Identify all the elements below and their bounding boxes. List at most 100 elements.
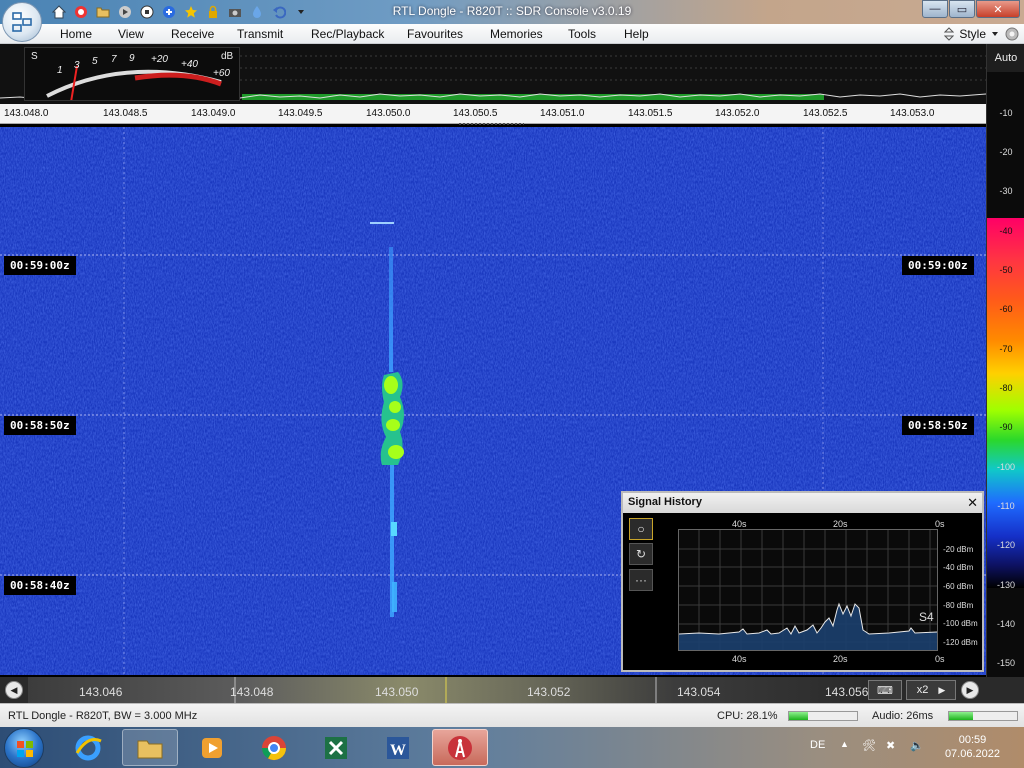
dbm-label: -100 dBm (943, 619, 978, 628)
tuning-label: 143.050 (375, 685, 419, 699)
sdr-console-icon[interactable] (432, 729, 488, 766)
db-label: -130 (996, 580, 1015, 590)
chevron-down-icon (992, 32, 998, 36)
dbm-label: -80 dBm (943, 601, 974, 610)
menu-tools[interactable]: Tools (568, 27, 596, 41)
media-player-icon[interactable] (184, 729, 240, 766)
signal-history-title[interactable]: Signal History (623, 493, 982, 513)
s-scale-1: 1 (57, 65, 63, 76)
language-indicator[interactable]: DE (810, 739, 825, 751)
internet-explorer-icon[interactable] (60, 729, 116, 766)
chrome-icon[interactable] (246, 729, 302, 766)
tray-speaker-icon[interactable]: 🔈 (910, 739, 924, 752)
time-tick: 40s (732, 519, 747, 529)
freq-label: 143.048.0 (4, 108, 49, 119)
sort-arrows-icon (944, 27, 955, 41)
menu-rec-playback[interactable]: Rec/Playback (311, 27, 384, 41)
record-button[interactable]: ○ (629, 518, 653, 540)
s-scale-5: 5 (92, 56, 98, 67)
clock-time: 00:59 (958, 734, 987, 746)
menu-view[interactable]: View (118, 27, 144, 41)
tray-expand-icon[interactable]: ▲ (840, 739, 849, 749)
freq-label: 143.052.0 (715, 108, 760, 119)
minimize-button[interactable]: — (922, 0, 948, 18)
db-label: -110 (997, 501, 1015, 511)
file-explorer-icon[interactable] (122, 729, 178, 766)
signal-history-title-text: Signal History (628, 496, 702, 508)
clock[interactable]: 00:59 07.06.2022 (945, 733, 1000, 761)
time-tick: 20s (833, 519, 848, 529)
close-button[interactable]: ✕ (976, 0, 1020, 18)
db-label: -80 (999, 383, 1013, 393)
menu-bar: Home View Receive Transmit Rec/Playback … (0, 24, 1024, 44)
app-logo-icon (12, 12, 32, 32)
cpu-meter (788, 711, 858, 721)
zoom-button[interactable]: x2 ▶ (906, 680, 956, 700)
more-options-button[interactable]: ··· (629, 569, 653, 591)
signal-history-window[interactable]: Signal History ✕ ○ ↻ ··· 40s 20s 0s -20 … (621, 491, 984, 672)
audio-status: Audio: 26ms (872, 710, 934, 722)
forward-icon[interactable]: ▶ (961, 681, 979, 699)
signal-history-plot (678, 529, 938, 651)
dbm-label: -40 dBm (943, 563, 974, 572)
timestamp-label: 00:59:00z (902, 256, 974, 275)
tuning-label: 143.048 (230, 685, 274, 699)
gear-icon[interactable] (1004, 26, 1020, 42)
db-label: -70 (999, 344, 1013, 354)
s-label: S (31, 51, 38, 62)
style-selector[interactable]: Style (944, 26, 1020, 42)
tuning-label: 143.054 (677, 685, 721, 699)
chevron-right-icon: ▶ (938, 684, 946, 695)
freq-label: 143.051.5 (628, 108, 673, 119)
db-scale[interactable]: Auto -10 -20 -30 -40 -50 -60 -70 -80 -90… (986, 44, 1024, 677)
s-scale-plus60: +60 (213, 68, 230, 79)
db-label: -60 (999, 304, 1013, 314)
menu-receive[interactable]: Receive (171, 27, 214, 41)
tuning-scale[interactable]: 143.046 143.048 143.050 143.052 143.054 … (28, 677, 868, 703)
window-title: RTL Dongle - R820T :: SDR Console v3.0.1… (392, 4, 632, 18)
menu-favourites[interactable]: Favourites (407, 27, 463, 41)
freq-label: 143.052.5 (803, 108, 848, 119)
timestamp-label: 00:58:40z (4, 576, 76, 595)
start-button[interactable] (4, 728, 44, 768)
auto-button[interactable]: Auto (987, 44, 1024, 72)
dbm-label: -60 dBm (943, 582, 974, 591)
keyboard-icon[interactable]: ⌨ (868, 680, 902, 700)
dbm-label: -20 dBm (943, 545, 974, 554)
resize-grip[interactable] (458, 122, 524, 126)
db-label: -30 (999, 186, 1013, 196)
reset-button[interactable]: ↻ (629, 543, 653, 565)
tray-app-icon[interactable]: 🛠 (862, 739, 876, 752)
time-tick: 40s (732, 654, 747, 664)
word-icon[interactable]: W (370, 729, 426, 766)
maximize-button[interactable]: ▭ (949, 0, 975, 18)
freq-label: 143.050.0 (366, 108, 411, 119)
menu-memories[interactable]: Memories (490, 27, 543, 41)
menu-transmit[interactable]: Transmit (237, 27, 283, 41)
freq-label: 143.048.5 (103, 108, 148, 119)
excel-icon[interactable] (308, 729, 364, 766)
audio-meter (948, 711, 1018, 721)
timestamp-label: 00:59:00z (4, 256, 76, 275)
frequency-scale[interactable]: 143.048.0 143.048.5 143.049.0 143.049.5 … (0, 104, 986, 126)
app-menu-button[interactable] (2, 2, 42, 42)
db-label: dB (221, 51, 234, 62)
menu-home[interactable]: Home (60, 27, 92, 41)
freq-label: 143.049.0 (191, 108, 236, 119)
zoom-label: x2 (916, 684, 929, 696)
menu-help[interactable]: Help (624, 27, 649, 41)
tuning-label: 143.046 (79, 685, 123, 699)
cpu-status: CPU: 28.1% (717, 710, 778, 722)
close-icon[interactable]: ✕ (967, 495, 978, 511)
db-label: -90 (999, 422, 1013, 432)
timestamp-label: 00:58:50z (902, 416, 974, 435)
time-tick: 0s (935, 654, 945, 664)
freq-label: 143.053.0 (890, 108, 935, 119)
dbm-label: -120 dBm (943, 638, 978, 647)
style-label: Style (959, 27, 986, 41)
db-label: -50 (999, 265, 1013, 275)
tuning-label: 143.052 (527, 685, 571, 699)
rewind-icon[interactable]: ◀ (5, 681, 23, 699)
tray-network-icon[interactable]: ✖ (886, 739, 895, 752)
timestamp-label: 00:58:50z (4, 416, 76, 435)
